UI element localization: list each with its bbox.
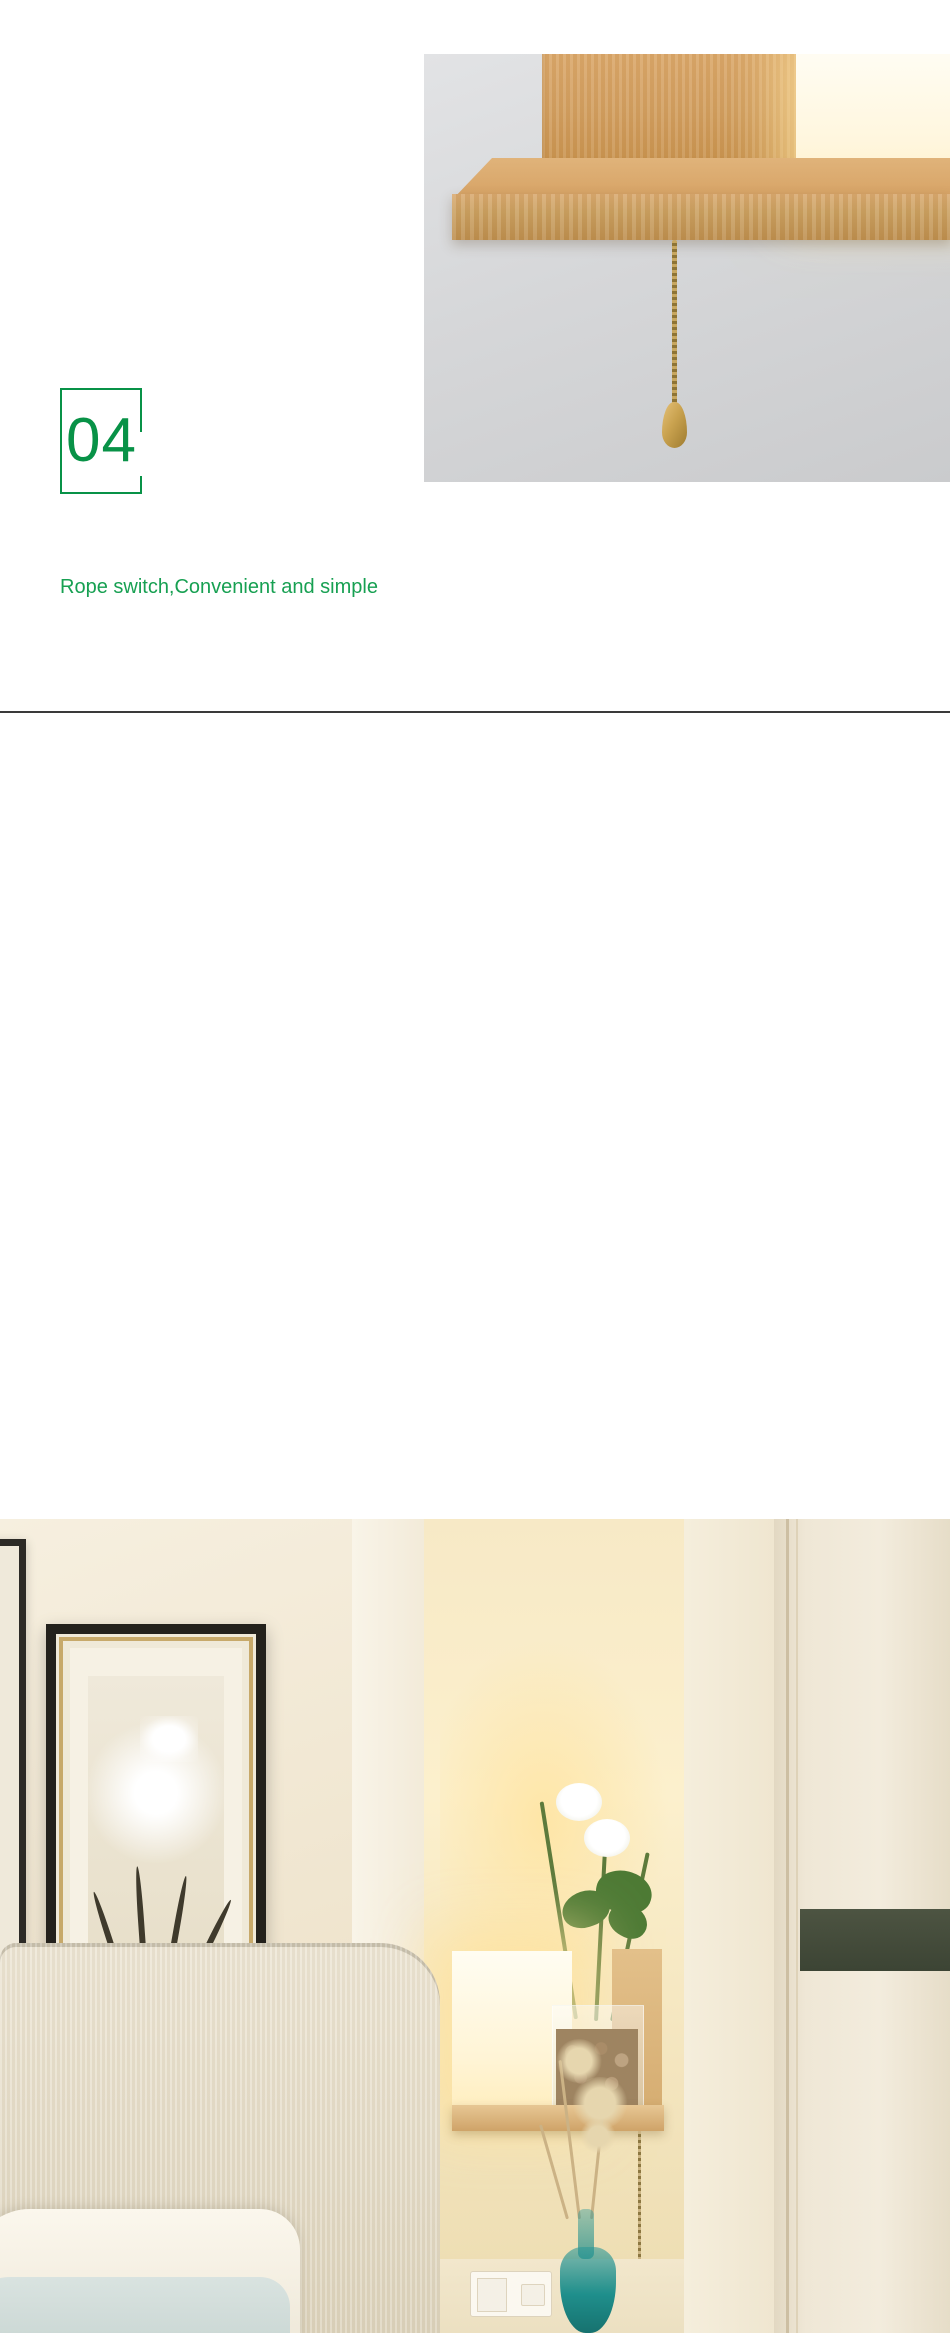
photo-pull-chain [672, 240, 677, 406]
section-04-caption: Rope switch,Convenient and simple [60, 576, 378, 598]
photo-shelf-backboard [542, 54, 802, 164]
room-door-edge [786, 1519, 789, 2333]
room-door-dark-band [800, 1909, 950, 1971]
room-dried-bloom [580, 2119, 616, 2153]
section-number: 04 [66, 406, 137, 475]
section-04: 04 Rope switch,Convenient and simple [0, 0, 950, 713]
room-lower-niche [424, 2259, 684, 2333]
section-number-frame-gap [139, 432, 145, 476]
room-door-edge-secondary [796, 1519, 798, 2333]
photo-shelf-front-edge [452, 194, 950, 240]
room-wall-outlet [470, 2271, 552, 2317]
application-room-photo [0, 1519, 950, 2333]
room-white-flower [556, 1783, 602, 1821]
hero-product-photo [424, 54, 950, 482]
room-pillow-blue [0, 2277, 290, 2333]
room-shelf-base [452, 2105, 664, 2131]
section-divider [0, 711, 950, 713]
room-white-flower [584, 1819, 630, 1857]
artwork-bloom [140, 1716, 198, 1762]
product-detail-page: 04 Rope switch,Convenient and simple App… [0, 0, 950, 2333]
room-right-wall [684, 1519, 774, 2333]
